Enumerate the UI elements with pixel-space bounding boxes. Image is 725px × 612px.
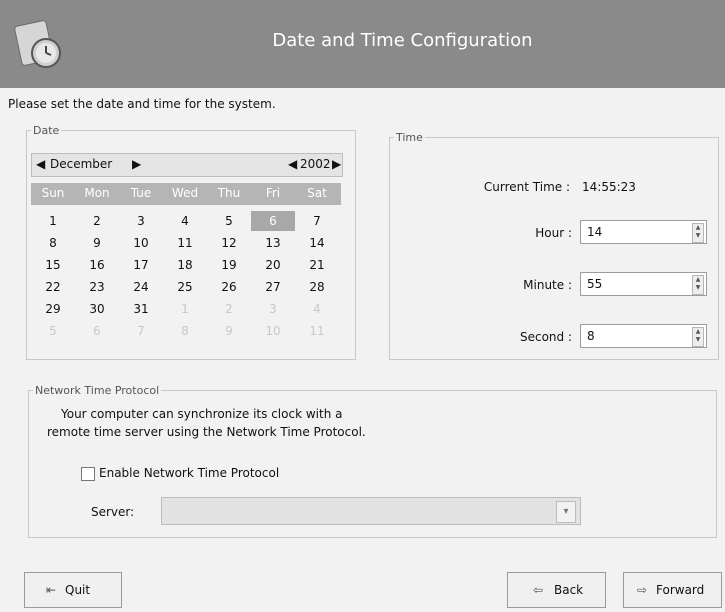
back-arrow-icon: ⇦	[532, 583, 544, 597]
minute-spinbox[interactable]: 55 ▲ ▼	[580, 272, 707, 296]
calendar-day[interactable]: 29	[31, 299, 75, 319]
quit-button[interactable]: ⇤ Quit	[24, 572, 122, 608]
ntp-group: Network Time Protocol Your computer can …	[28, 384, 717, 538]
calendar-day[interactable]: 28	[295, 277, 339, 297]
hour-value: 14	[587, 225, 603, 239]
ntp-description-line1: Your computer can synchronize its clock …	[61, 407, 343, 421]
next-month-arrow-icon[interactable]: ▶	[132, 157, 141, 171]
calendar-day[interactable]: 5	[31, 321, 75, 341]
calendar-day[interactable]: 11	[295, 321, 339, 341]
hour-spin-arrows-icon[interactable]: ▲ ▼	[692, 223, 704, 243]
calendar-day[interactable]: 8	[163, 321, 207, 341]
calendar-day[interactable]: 6	[251, 211, 295, 231]
calendar-day[interactable]: 12	[207, 233, 251, 253]
calendar-day[interactable]: 9	[207, 321, 251, 341]
calendar-day[interactable]: 11	[163, 233, 207, 253]
month-year-nav: ◀ December ▶ ◀ 2002 ▶	[31, 153, 343, 177]
calendar-day[interactable]: 10	[119, 233, 163, 253]
calendar-day[interactable]: 25	[163, 277, 207, 297]
quit-label: Quit	[65, 583, 91, 597]
year-label: 2002	[300, 157, 331, 171]
calendar-day[interactable]: 6	[75, 321, 119, 341]
window-title: Date and Time Configuration	[272, 30, 533, 51]
exit-icon: ⇤	[45, 583, 57, 597]
weekday-label: Wed	[171, 186, 199, 200]
calendar-day[interactable]: 8	[31, 233, 75, 253]
hour-spinbox[interactable]: 14 ▲ ▼	[580, 220, 707, 244]
intro-text: Please set the date and time for the sys…	[8, 97, 276, 111]
minute-value: 55	[587, 277, 603, 291]
weekday-label: Mon	[84, 186, 110, 200]
second-spin-arrows-icon[interactable]: ▲ ▼	[692, 327, 704, 347]
calendar-day[interactable]: 3	[119, 211, 163, 231]
calendar-day[interactable]: 24	[119, 277, 163, 297]
time-group: Time Current Time : 14:55:23 Hour : 14 ▲…	[389, 131, 719, 360]
forward-button[interactable]: ⇨ Forward	[623, 572, 722, 608]
minute-label: Minute :	[523, 278, 572, 292]
date-group: Date ◀ December ▶ ◀ 2002 ▶ Sun Mon Tue Wed T…	[26, 124, 356, 360]
date-legend: Date	[33, 124, 60, 137]
prev-month-arrow-icon[interactable]: ◀	[36, 157, 45, 171]
forward-arrow-icon: ⇨	[636, 583, 648, 597]
calendar-day[interactable]: 5	[207, 211, 251, 231]
calendar-day[interactable]: 7	[295, 211, 339, 231]
prev-year-arrow-icon[interactable]: ◀	[288, 157, 297, 171]
back-button[interactable]: ⇦ Back	[507, 572, 606, 608]
weekday-label: Thu	[217, 186, 241, 200]
calendar-day[interactable]: 27	[251, 277, 295, 297]
calendar-day[interactable]: 2	[75, 211, 119, 231]
calendar-day[interactable]: 16	[75, 255, 119, 275]
minute-spin-arrows-icon[interactable]: ▲ ▼	[692, 275, 704, 295]
calendar-day[interactable]: 15	[31, 255, 75, 275]
weekday-label: Fri	[265, 186, 281, 200]
month-label: December	[50, 157, 113, 171]
calendar-day[interactable]: 21	[295, 255, 339, 275]
calendar-day[interactable]: 1	[31, 211, 75, 231]
second-spinbox[interactable]: 8 ▲ ▼	[580, 324, 707, 348]
calendar-day[interactable]: 1	[163, 299, 207, 319]
calendar-day[interactable]: 7	[119, 321, 163, 341]
calendar-day[interactable]: 13	[251, 233, 295, 253]
calendar-day[interactable]: 30	[75, 299, 119, 319]
calendar-day[interactable]: 22	[31, 277, 75, 297]
calendar-day[interactable]: 17	[119, 255, 163, 275]
calendar-day[interactable]: 23	[75, 277, 119, 297]
current-time-label: Current Time :	[483, 180, 570, 194]
calendar-day[interactable]: 14	[295, 233, 339, 253]
weekday-label: Tue	[130, 186, 152, 200]
second-value: 8	[587, 329, 595, 343]
forward-label: Forward	[656, 583, 705, 597]
calendar-day[interactable]: 9	[75, 233, 119, 253]
calendar-day[interactable]: 19	[207, 255, 251, 275]
calendar-day[interactable]: 4	[295, 299, 339, 319]
second-label: Second :	[519, 330, 572, 344]
ntp-legend: Network Time Protocol	[35, 384, 160, 397]
ntp-description-line2: remote time server using the Network Tim…	[47, 425, 366, 439]
weekday-label: Sun	[41, 186, 65, 200]
calendar-day[interactable]: 10	[251, 321, 295, 341]
chevron-down-icon[interactable]: ▾	[556, 501, 576, 523]
header-banner: Date and Time Configuration	[0, 0, 725, 88]
weekday-label: Sat	[307, 186, 327, 200]
calendar-day[interactable]: 4	[163, 211, 207, 231]
enable-ntp-checkbox[interactable]	[81, 467, 95, 481]
server-combobox[interactable]: ▾	[161, 497, 581, 525]
calendar-day[interactable]: 20	[251, 255, 295, 275]
calendar-day[interactable]: 26	[207, 277, 251, 297]
calendar-day[interactable]: 3	[251, 299, 295, 319]
calendar-day[interactable]: 31	[119, 299, 163, 319]
current-time-value: 14:55:23	[582, 180, 636, 194]
enable-ntp-label[interactable]: Enable Network Time Protocol	[99, 466, 279, 480]
weekday-header: Sun Mon Tue Wed Thu Fri Sat	[31, 183, 341, 205]
calendar-day[interactable]: 2	[207, 299, 251, 319]
next-year-arrow-icon[interactable]: ▶	[332, 157, 341, 171]
time-legend: Time	[396, 131, 423, 144]
calendar-day[interactable]: 18	[163, 255, 207, 275]
server-label: Server:	[91, 505, 135, 519]
hour-label: Hour :	[535, 226, 572, 240]
back-label: Back	[554, 583, 584, 597]
